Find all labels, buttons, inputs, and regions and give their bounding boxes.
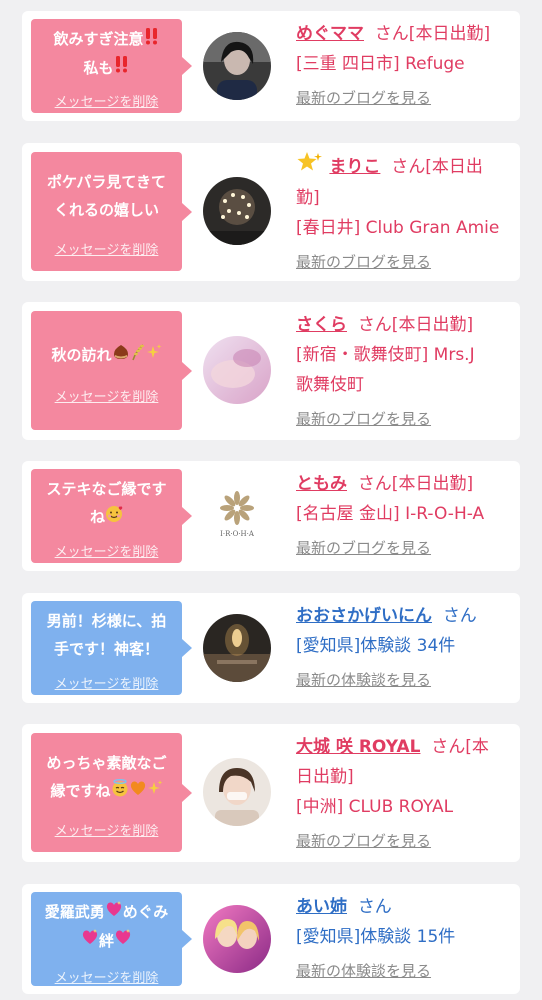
avatar[interactable] <box>203 614 271 682</box>
message-text: 飲みすぎ注意 私も <box>37 25 176 82</box>
delete-message-link[interactable]: メッセージを削除 <box>31 545 182 561</box>
star-icon <box>296 151 324 183</box>
delete-message-link[interactable]: メッセージを削除 <box>31 971 182 987</box>
message-bubble: ステキなご縁です ね メッセージを削除 <box>31 469 192 563</box>
favorite-card: 飲みすぎ注意 私も メッセージを削除 めぐママ さん[本日出勤] [三重 四日市… <box>22 11 520 121</box>
favorite-card: めっちゃ素敵なご 縁ですね メッセージを削除 大城 咲 ROYAL さん[本 日… <box>22 724 520 862</box>
double-exclamation-icon <box>144 26 160 54</box>
reviewer-name-link[interactable]: あい姉 <box>296 897 347 917</box>
shop-name-cont: 歌舞伎町 <box>296 375 364 395</box>
latest-blog-link[interactable]: 最新のブログを見る <box>296 247 512 277</box>
latest-review-link[interactable]: 最新の体験談を見る <box>296 956 512 986</box>
cast-name-link[interactable]: ともみ <box>296 474 347 494</box>
avatar[interactable] <box>203 758 271 826</box>
sparkling-heart-icon <box>105 899 123 927</box>
review-count: [愛知県]体験談 15件 <box>296 927 456 947</box>
avatar[interactable] <box>203 905 271 973</box>
cast-info: めぐママ さん[本日出勤] [三重 四日市] Refuge 最新のブログを見る <box>296 19 512 113</box>
orange-heart-icon <box>129 778 147 806</box>
favorite-card: ステキなご縁です ね メッセージを削除 I·R·O·H·A ともみ さん[本日出… <box>22 461 520 571</box>
cast-info: まりこ さん[本日出 勤] [春日井] Club Gran Amie 最新のブロ… <box>296 151 512 277</box>
reviewer-name-link[interactable]: おおさかげいにん <box>296 606 432 626</box>
message-bubble: めっちゃ素敵なご 縁ですね メッセージを削除 <box>31 733 192 852</box>
favorites-list: 飲みすぎ注意 私も メッセージを削除 めぐママ さん[本日出勤] [三重 四日市… <box>0 0 542 1000</box>
delete-message-link[interactable]: メッセージを削除 <box>31 243 182 259</box>
avatar[interactable] <box>203 177 271 245</box>
message-text: ステキなご縁です ね <box>37 475 176 532</box>
cast-name-link[interactable]: 大城 咲 ROYAL <box>296 737 420 757</box>
reviewer-suffix: さん <box>442 606 477 626</box>
sparkles-icon <box>147 778 163 806</box>
message-text: めっちゃ素敵なご 縁ですね <box>37 749 176 806</box>
latest-blog-link[interactable]: 最新のブログを見る <box>296 83 512 113</box>
delete-message-link[interactable]: メッセージを削除 <box>31 677 182 693</box>
rice-ear-icon <box>130 342 146 370</box>
cast-name-link[interactable]: まりこ <box>329 157 380 177</box>
message-bubble: 男前！杉様に、拍 手です！神客！ メッセージを削除 <box>31 601 192 695</box>
favorite-card: 男前！杉様に、拍 手です！神客！ メッセージを削除 おおさかげいにん さん [愛… <box>22 593 520 703</box>
delete-message-link[interactable]: メッセージを削除 <box>31 390 182 406</box>
cast-status-cont: 勤] <box>296 188 320 208</box>
latest-blog-link[interactable]: 最新のブログを見る <box>296 826 512 856</box>
shop-logo[interactable]: I·R·O·H·A <box>203 482 271 550</box>
shop-name: [名古屋 金山] I-R-O-H-A <box>296 504 485 524</box>
latest-blog-link[interactable]: 最新のブログを見る <box>296 533 512 563</box>
cast-status: さん[本日出勤] <box>357 474 474 494</box>
delete-message-link[interactable]: メッセージを削除 <box>31 95 182 111</box>
delete-message-link[interactable]: メッセージを削除 <box>31 824 182 840</box>
chestnut-icon <box>112 342 130 370</box>
cast-info: 大城 咲 ROYAL さん[本 日出勤] [中洲] CLUB ROYAL 最新の… <box>296 732 512 856</box>
cast-status: さん[本日出勤] <box>374 24 491 44</box>
cast-info: さくら さん[本日出勤] [新宿・歌舞伎町] Mrs.J 歌舞伎町 最新のブログ… <box>296 310 512 434</box>
shop-name: [中洲] CLUB ROYAL <box>296 797 454 817</box>
cast-info: ともみ さん[本日出勤] [名古屋 金山] I-R-O-H-A 最新のブログを見… <box>296 469 512 563</box>
message-bubble: 愛羅武勇 めぐみ 絆 メッセージを削除 <box>31 892 192 987</box>
cast-info: おおさかげいにん さん [愛知県]体験談 34件 最新の体験談を見る <box>296 601 512 695</box>
cast-status-cont: 日出勤] <box>296 767 354 787</box>
review-count: [愛知県]体験談 34件 <box>296 636 456 656</box>
cast-name-link[interactable]: さくら <box>296 315 347 335</box>
sparkling-heart-icon <box>114 927 132 955</box>
favorite-card: 愛羅武勇 めぐみ 絆 メッセージを削除 あい姉 さん [愛知県]体験談 15件 最… <box>22 884 520 994</box>
message-bubble: 秋の訪れ メッセージを削除 <box>31 311 192 430</box>
double-exclamation-icon <box>114 54 130 82</box>
message-bubble: 飲みすぎ注意 私も メッセージを削除 <box>31 19 192 113</box>
message-text: ポケパラ見てきて くれるの嬉しい <box>47 173 166 219</box>
avatar[interactable] <box>203 336 271 404</box>
latest-blog-link[interactable]: 最新のブログを見る <box>296 404 512 434</box>
message-bubble: ポケパラ見てきて くれるの嬉しい メッセージを削除 <box>31 152 192 271</box>
favorite-card: ポケパラ見てきて くれるの嬉しい メッセージを削除 まりこ さん[本日出 勤] … <box>22 143 520 281</box>
cast-status: さん[本 <box>431 737 489 757</box>
smiling-face-hearts-icon <box>105 504 123 532</box>
favorite-card: 秋の訪れ メッセージを削除 さくら さん[本日出勤] [新宿・歌舞伎町] Mrs… <box>22 302 520 440</box>
message-text: 愛羅武勇 めぐみ 絆 <box>37 898 176 955</box>
shop-name: [春日井] Club Gran Amie <box>296 218 500 238</box>
cast-status: さん[本日出 <box>391 157 483 177</box>
halo-face-icon <box>111 778 129 806</box>
message-text: 男前！杉様に、拍 手です！神客！ <box>46 612 167 658</box>
shop-name: [三重 四日市] Refuge <box>296 54 465 74</box>
cast-status: さん[本日出勤] <box>357 315 474 335</box>
cast-name-link[interactable]: めぐママ <box>296 24 364 44</box>
shop-logo-text: I·R·O·H·A <box>220 530 255 538</box>
reviewer-suffix: さん <box>357 897 392 917</box>
sparkling-heart-icon <box>81 927 99 955</box>
shop-name: [新宿・歌舞伎町] Mrs.J <box>296 345 475 365</box>
sparkles-icon <box>146 342 162 370</box>
latest-review-link[interactable]: 最新の体験談を見る <box>296 665 512 695</box>
message-text: 秋の訪れ <box>37 341 176 370</box>
avatar[interactable] <box>203 32 271 100</box>
cast-info: あい姉 さん [愛知県]体験談 15件 最新の体験談を見る <box>296 892 512 986</box>
